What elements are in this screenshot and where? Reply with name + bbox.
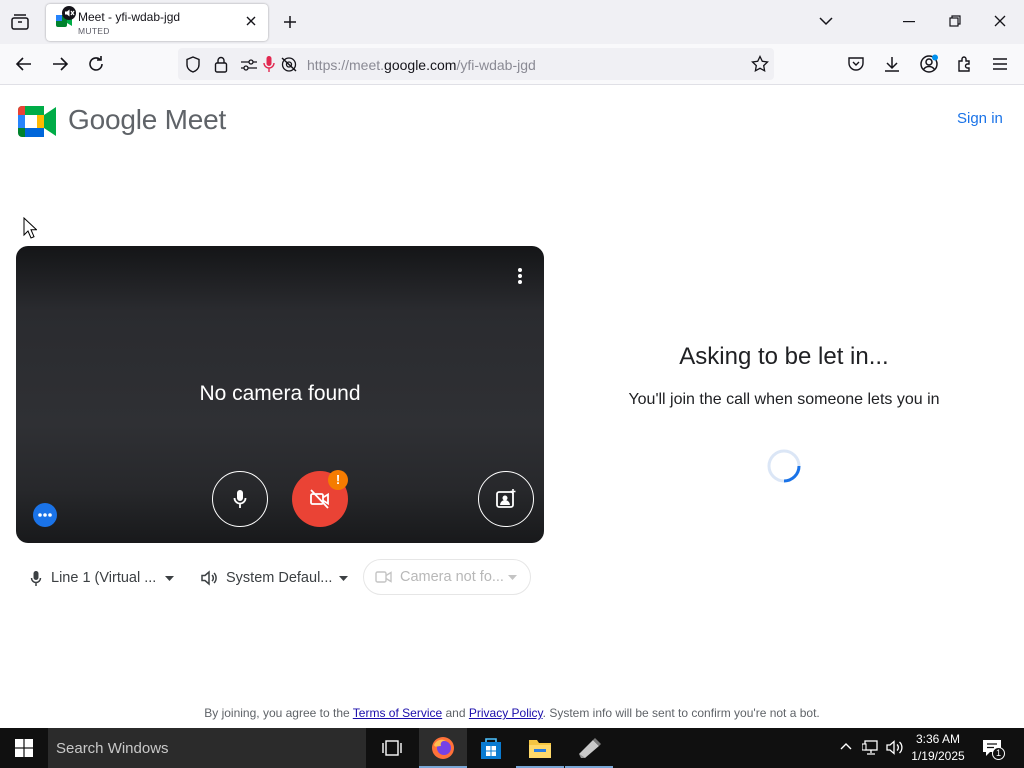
no-camera-message: No camera found — [199, 382, 361, 405]
clock-time: 3:36 AM — [915, 732, 961, 746]
close-tab-icon[interactable] — [245, 15, 257, 27]
asking-to-join-subtitle: You'll join the call when someone lets y… — [628, 391, 940, 408]
notification-count-badge: 1 — [992, 747, 1005, 760]
restore-icon[interactable] — [949, 15, 961, 27]
speaker-select[interactable]: System Defaul... — [201, 568, 349, 588]
microphone-active-icon[interactable] — [262, 55, 276, 73]
tab-status: MUTED — [78, 26, 110, 36]
visual-effects-icon — [495, 489, 517, 509]
menu-icon[interactable] — [992, 57, 1008, 71]
google-meet-logo-icon[interactable] — [18, 106, 56, 137]
google-meet-logo-text: Google Meet — [68, 104, 227, 135]
bookmark-star-icon[interactable] — [751, 55, 769, 73]
lock-icon[interactable] — [214, 56, 228, 73]
dropdown-arrow-icon — [165, 575, 175, 581]
pocket-icon[interactable] — [847, 56, 865, 72]
minimize-icon[interactable] — [903, 21, 915, 23]
taskbar-search-box[interactable]: Search Windows — [48, 728, 366, 768]
loading-spinner-icon — [765, 447, 803, 485]
url-text[interactable]: https://meet.google.com/yfi-wdab-jgd — [307, 57, 536, 73]
file-explorer-icon — [528, 737, 552, 759]
new-tab-icon[interactable] — [282, 14, 298, 30]
more-options-icon[interactable] — [516, 266, 524, 286]
taskbar-search-placeholder: Search Windows — [56, 740, 169, 757]
dropdown-arrow-icon — [507, 574, 517, 580]
list-all-tabs-icon[interactable] — [818, 16, 834, 26]
reload-icon[interactable] — [87, 55, 105, 73]
tab-title: Meet - yfi-wdab-jgd — [78, 10, 181, 24]
taskbar-file-explorer-button[interactable] — [516, 728, 564, 768]
tab-meet[interactable]: Meet - yfi-wdab-jgd MUTED — [46, 4, 268, 41]
microphone-select-label: Line 1 (Virtual ... — [51, 570, 157, 586]
mouse-cursor-icon — [23, 217, 37, 239]
camera-warning-badge: ! — [328, 470, 348, 490]
close-window-icon[interactable] — [994, 15, 1006, 27]
show-hidden-icons-icon[interactable] — [840, 742, 852, 750]
microphone-icon — [233, 489, 247, 509]
volume-icon[interactable] — [886, 739, 904, 756]
network-icon[interactable] — [862, 739, 880, 756]
asking-to-join-title: Asking to be let in... — [679, 343, 889, 370]
camera-select-label: Camera not fo... — [400, 569, 504, 585]
microphone-toggle-button[interactable] — [212, 471, 268, 527]
clock-date: 1/19/2025 — [911, 749, 965, 763]
camera-select: Camera not fo... — [363, 559, 531, 595]
windows-start-icon[interactable] — [15, 739, 33, 757]
privacy-policy-link[interactable]: Privacy Policy — [469, 706, 543, 720]
store-icon[interactable] — [479, 736, 503, 760]
back-icon[interactable] — [15, 56, 33, 72]
camera-icon — [375, 571, 392, 583]
camera-off-icon — [309, 489, 331, 509]
taskbar-clock[interactable]: 3:36 AM 1/19/2025 — [905, 731, 971, 765]
effects-menu-icon[interactable] — [32, 502, 58, 528]
downloads-icon[interactable] — [883, 55, 901, 73]
task-view-icon[interactable] — [382, 739, 402, 757]
terms-of-service-link[interactable]: Terms of Service — [353, 706, 442, 720]
tab-overview-icon[interactable] — [10, 13, 30, 31]
action-center-button[interactable]: 1 — [982, 738, 1006, 760]
forward-icon[interactable] — [51, 56, 69, 72]
taskbar-app-button[interactable] — [565, 728, 613, 768]
microphone-icon — [30, 570, 42, 587]
microphone-select[interactable]: Line 1 (Virtual ... — [30, 568, 175, 588]
terms-notice: By joining, you agree to the Terms of Se… — [204, 706, 820, 720]
speaker-icon — [201, 570, 218, 586]
backgrounds-button[interactable] — [478, 471, 534, 527]
camera-blocked-icon[interactable] — [280, 56, 298, 73]
extensions-icon[interactable] — [956, 55, 974, 73]
speaker-select-label: System Defaul... — [226, 570, 333, 586]
usb-drive-icon — [576, 738, 602, 758]
sign-in-link[interactable]: Sign in — [957, 110, 1003, 127]
firefox-icon — [431, 736, 455, 760]
permissions-icon[interactable] — [240, 58, 258, 72]
taskbar-firefox-button[interactable] — [419, 728, 467, 768]
dropdown-arrow-icon — [339, 575, 349, 581]
tracking-protection-icon[interactable] — [185, 56, 201, 73]
muted-icon[interactable] — [62, 6, 76, 20]
account-icon[interactable] — [919, 54, 939, 74]
